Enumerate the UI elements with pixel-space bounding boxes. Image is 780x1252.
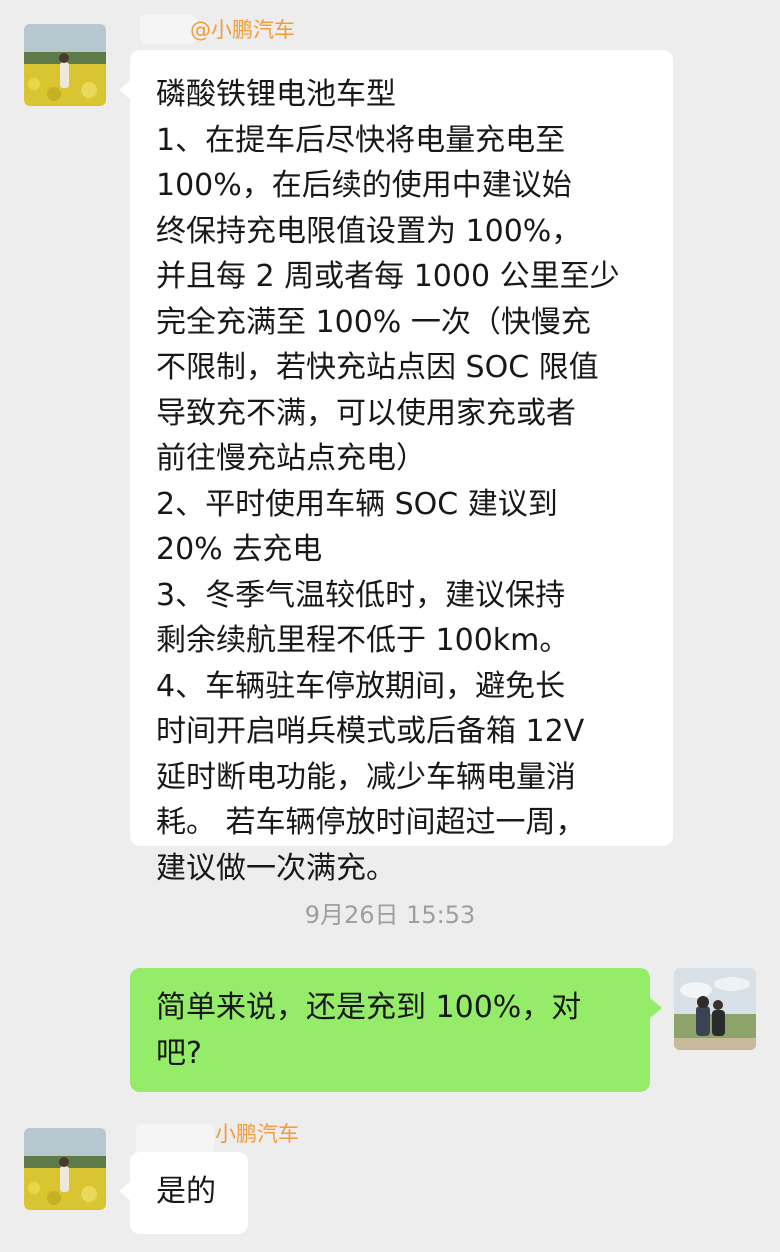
outgoing-message-bubble[interactable]: 简单来说，还是充到 100%，对 吧? [130,968,650,1092]
message-line: 20% 去充电 [156,532,323,567]
avatar-photo-field-icon [24,1128,106,1210]
message-line: 耗。 若车辆停放时间超过一周， [156,805,586,840]
message-line: 磷酸铁锂电池车型 [156,77,396,112]
message-line: 不限制，若快充站点因 SOC 限值 [156,350,599,385]
message-line: 时间开启哨兵模式或后备箱 12V [156,714,585,749]
contact-avatar[interactable] [24,1128,106,1210]
contact-avatar[interactable] [24,24,106,106]
message-line: 终保持充电限值设置为 100%， [156,213,582,249]
message-line: 1、在提车后尽快将电量充电至 [156,122,566,158]
message-line: 建议做一次满充。 [156,850,396,886]
bubble-tail [650,998,662,1018]
message-line: 2、平时使用车辆 SOC 建议到 [156,486,558,522]
message-line: 延时断电功能，减少车辆电量消 [156,759,576,795]
message-line: 导致充不满，可以使用家充或者 [156,395,576,431]
message-line: 前往慢充站点充电） [156,441,426,476]
message-line: 完全充满至 100% 一次（快慢充 [156,304,591,340]
message-line: 3、冬季气温较低时，建议保持 [156,577,566,613]
message-line: 剩余续航里程不低于 100km。 [156,623,570,658]
sender-name: 小鹏汽车 [215,1122,299,1146]
sender-name: @小鹏汽车 [190,18,295,42]
redacted-name-patch [136,1124,214,1154]
redacted-name-patch [140,14,196,44]
message-line: 简单来说，还是充到 100%，对 [156,990,582,1025]
incoming-message-bubble[interactable]: 磷酸铁锂电池车型 1、在提车后尽快将电量充电至 100%，在后续的使用中建议始 … [130,50,673,886]
message-line: 是的 [156,1174,216,1209]
message-line: 100%，在后续的使用中建议始 [156,168,572,203]
incoming-message-bubble[interactable]: 是的 [130,1152,248,1234]
my-avatar[interactable] [674,968,756,1050]
avatar-photo-couple-icon [674,968,756,1050]
avatar-photo-field-icon [24,24,106,106]
message-timestamp: 9月26日 15:53 [304,901,476,929]
message-line: 吧? [156,1035,202,1071]
message-line: 4、车辆驻车停放期间，避免长 [156,668,566,704]
message-line: 并且每 2 周或者每 1000 公里至少 [156,259,620,294]
